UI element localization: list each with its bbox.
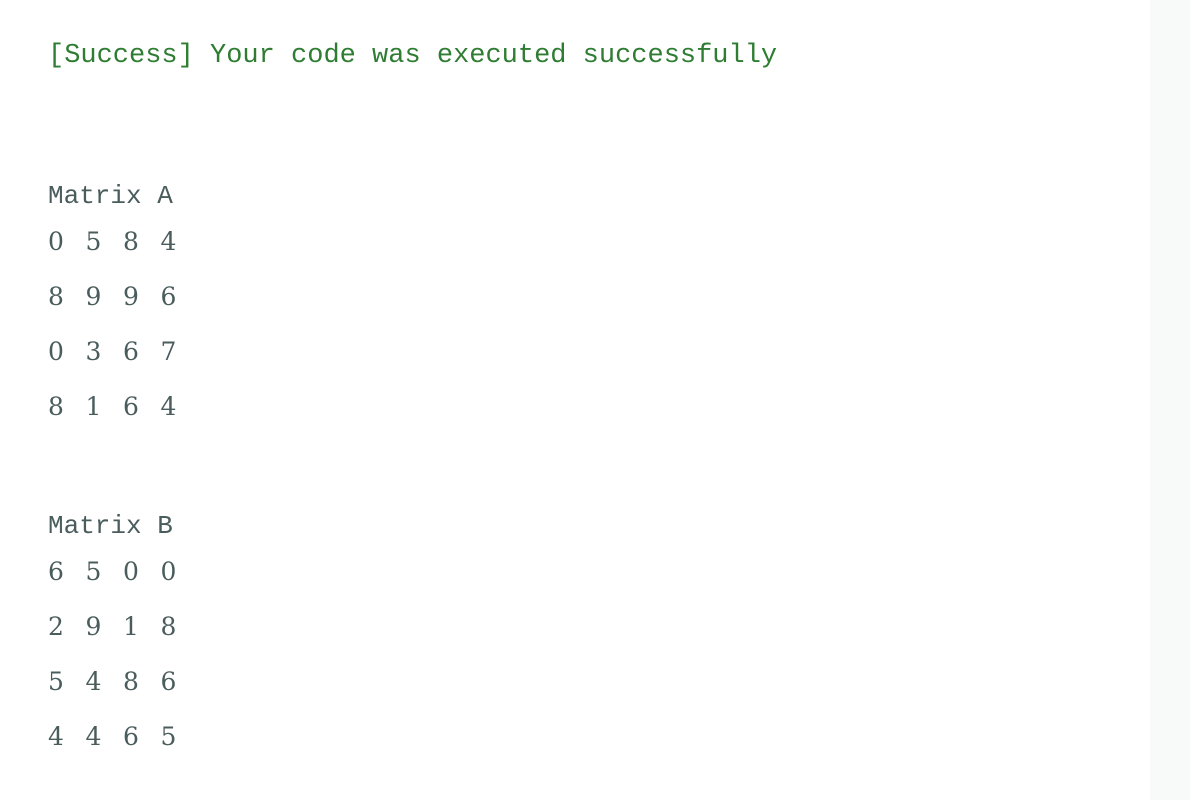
matrix-cell: 6 bbox=[48, 557, 64, 586]
matrix-cell: 4 bbox=[48, 722, 64, 751]
matrix-cell: 8 bbox=[123, 227, 139, 256]
matrix-a-title: Matrix A bbox=[48, 181, 173, 211]
matrix-cell: 9 bbox=[85, 612, 102, 641]
matrix-cell: 5 bbox=[85, 557, 102, 586]
matrix-cell: 0 bbox=[48, 227, 64, 256]
matrix-b-title: Matrix B bbox=[48, 511, 173, 541]
matrix-cell: 1 bbox=[123, 612, 139, 641]
output-pane: [Success] Your code was executed success… bbox=[0, 0, 1150, 800]
matrix-cell: 6 bbox=[123, 722, 139, 751]
matrix-b-block: Matrix B 6 5 0 0 2 9 1 8 5 4 8 6 4 4 6 5 bbox=[48, 508, 198, 764]
matrix-cell: 1 bbox=[85, 392, 102, 421]
matrix-a-row-3: 0 3 6 7 bbox=[48, 324, 198, 379]
matrix-cell: 3 bbox=[85, 337, 102, 366]
matrix-cell: 6 bbox=[123, 337, 139, 366]
matrix-b-row-3: 5 4 8 6 bbox=[48, 654, 198, 709]
matrix-cell: 0 bbox=[48, 337, 64, 366]
matrix-cell: 6 bbox=[160, 667, 177, 696]
page: [Success] Your code was executed success… bbox=[0, 0, 1190, 800]
matrix-cell: 4 bbox=[85, 667, 102, 696]
matrix-b-rows: 6 5 0 0 2 9 1 8 5 4 8 6 4 4 6 5 bbox=[48, 544, 198, 764]
matrix-a-rows: 0 5 8 4 8 9 9 6 0 3 6 7 8 1 6 4 bbox=[48, 214, 198, 434]
matrix-a-row-1: 0 5 8 4 bbox=[48, 214, 198, 269]
matrix-a-block: Matrix A 0 5 8 4 8 9 9 6 0 3 6 7 8 1 6 4 bbox=[48, 178, 198, 434]
matrix-cell: 9 bbox=[123, 282, 139, 311]
matrix-cell: 8 bbox=[160, 612, 177, 641]
matrix-b-row-2: 2 9 1 8 bbox=[48, 599, 198, 654]
matrix-cell: 8 bbox=[48, 392, 64, 421]
matrix-cell: 4 bbox=[85, 722, 102, 751]
matrix-cell: 9 bbox=[85, 282, 102, 311]
matrix-cell: 2 bbox=[48, 612, 64, 641]
matrix-a-row-2: 8 9 9 6 bbox=[48, 269, 198, 324]
matrix-b-row-4: 4 4 6 5 bbox=[48, 709, 198, 764]
matrix-cell: 7 bbox=[160, 337, 177, 366]
right-gutter bbox=[1150, 0, 1190, 800]
matrix-cell: 8 bbox=[48, 282, 64, 311]
matrix-a-row-4: 8 1 6 4 bbox=[48, 379, 198, 434]
matrix-cell: 5 bbox=[48, 667, 64, 696]
matrix-cell: 0 bbox=[123, 557, 139, 586]
matrix-cell: 6 bbox=[123, 392, 139, 421]
matrix-cell: 5 bbox=[160, 722, 177, 751]
matrix-cell: 6 bbox=[160, 282, 177, 311]
matrix-cell: 8 bbox=[123, 667, 139, 696]
matrix-cell: 5 bbox=[85, 227, 102, 256]
matrix-cell: 4 bbox=[160, 392, 177, 421]
success-status-message: [Success] Your code was executed success… bbox=[48, 41, 778, 71]
matrix-cell: 0 bbox=[160, 557, 177, 586]
matrix-cell: 4 bbox=[160, 227, 177, 256]
matrix-b-row-1: 6 5 0 0 bbox=[48, 544, 198, 599]
